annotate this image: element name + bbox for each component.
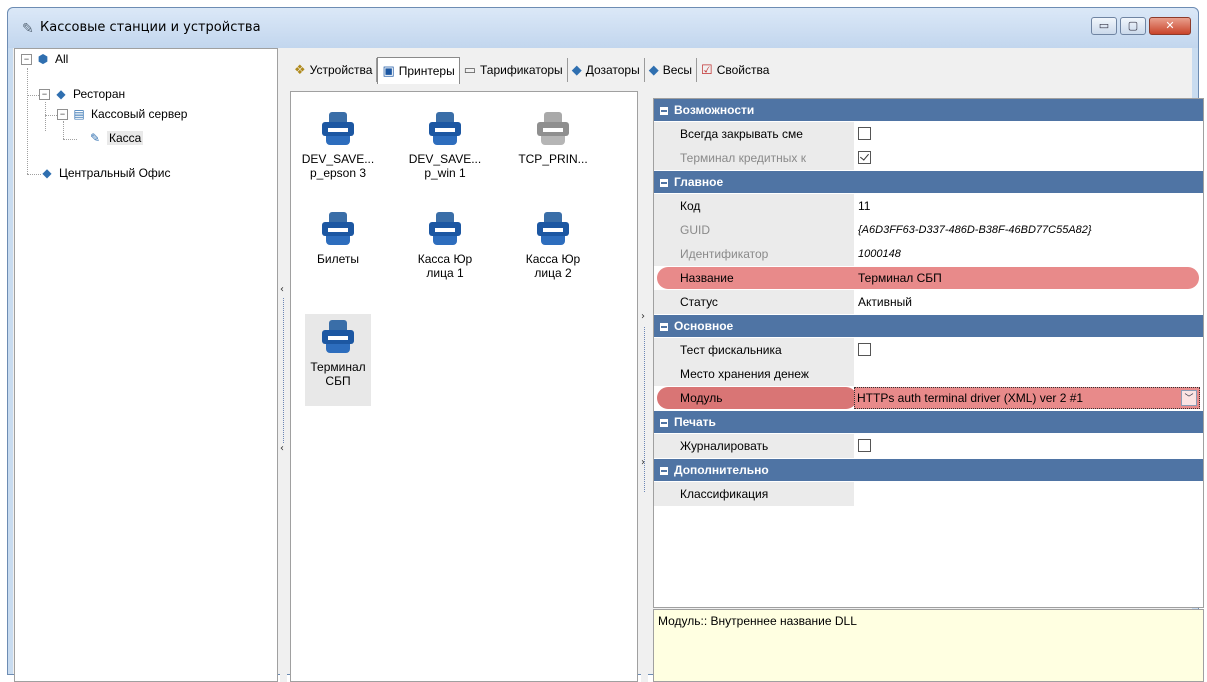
printer-item[interactable]: TCP_PRIN... [514, 106, 592, 166]
printer-icon [320, 212, 356, 248]
tab-devices[interactable]: ❖ Устройства [290, 58, 378, 82]
chevron-down-icon[interactable]: ﹀ [1181, 390, 1197, 406]
property-row[interactable]: Всегда закрывать сме [654, 122, 1203, 146]
printers-list[interactable]: DEV_SAVE... p_epson 3 DEV_SAVE... p_win 1 … [290, 91, 638, 682]
tree-node-restaurant[interactable]: − ◆ Ресторан [39, 86, 125, 103]
collapse-icon[interactable]: − [57, 109, 68, 121]
category-header[interactable]: Основное [654, 315, 1203, 337]
help-panel: Модуль:: Внутреннее название DLL [653, 609, 1204, 682]
printer-icon: ▣ [382, 63, 395, 78]
tab-scales[interactable]: ◆ Весы [644, 58, 698, 82]
window-title: Кассовые станции и устройства [40, 20, 261, 35]
property-row[interactable]: Код 11 [654, 194, 1203, 218]
classification-value[interactable] [854, 482, 1203, 506]
printer-item[interactable]: Касса Юр лица 2 [514, 206, 592, 280]
property-row[interactable]: Терминал кредитных к [654, 146, 1203, 170]
guid-value: {A6D3FF63-D337-486D-B38F-46BD77C55A82} [858, 224, 1092, 236]
collapse-icon[interactable] [660, 178, 668, 187]
tree-node-server[interactable]: − ▤ Кассовый сервер [57, 106, 187, 123]
card-icon: ▭ [463, 62, 476, 77]
window-controls: ▭ ▢ ✕ [1088, 17, 1191, 35]
property-row-module[interactable]: Модуль HTTPs auth terminal driver (XML) … [654, 386, 1203, 410]
property-grid[interactable]: Возможности Всегда закрывать сме Термина… [653, 98, 1204, 608]
client-area: − ⬢ All − ◆ Ресторан − ▤ Кассовый сервер ✎ Касс… [13, 48, 1204, 682]
tab-dispensers[interactable]: ◆ Дозаторы [567, 58, 645, 82]
printer-item[interactable]: DEV_SAVE... p_epson 3 [299, 106, 377, 180]
ident-value: 1000148 [858, 248, 901, 260]
property-row[interactable]: Место хранения денеж [654, 362, 1203, 386]
property-row[interactable]: Тест фискальника [654, 338, 1203, 362]
collapse-icon[interactable]: − [39, 89, 50, 101]
category-header[interactable]: Дополнительно [654, 459, 1203, 481]
cash-register-icon: ✎ [89, 131, 101, 145]
credit-terminal-checkbox[interactable] [858, 151, 871, 165]
printer-item[interactable]: Билеты [299, 206, 377, 266]
right-splitter[interactable]: › › [641, 91, 648, 682]
network-icon: ⬢ [37, 52, 49, 66]
properties-icon: ☑ [701, 62, 713, 77]
tree-node-office[interactable]: ◆ Центральный Офис [39, 165, 170, 182]
property-row[interactable]: Классификация [654, 482, 1203, 506]
money-place-value[interactable] [854, 362, 1203, 386]
collapse-left-icon[interactable]: ‹ [280, 284, 284, 295]
main-window: ✎ Кассовые станции и устройства ▭ ▢ ✕ − ⬢… [7, 7, 1204, 682]
printer-icon [320, 112, 356, 148]
tab-tariffs[interactable]: ▭ Тарификаторы [459, 58, 568, 82]
test-fiscal-checkbox[interactable] [858, 343, 871, 357]
printer-disabled-icon [535, 112, 571, 148]
expand-right-icon[interactable]: › [641, 311, 645, 322]
property-row[interactable]: GUID {A6D3FF63-D337-486D-B38F-46BD77C55A… [654, 218, 1203, 242]
code-value[interactable]: 11 [854, 194, 1203, 218]
printer-icon [535, 212, 571, 248]
tree-node-kassa[interactable]: ✎ Касса [87, 130, 144, 147]
office-icon: ◆ [42, 166, 52, 180]
devices-icon: ❖ [294, 62, 306, 77]
always-close-checkbox[interactable] [858, 127, 871, 141]
minimize-button[interactable]: ▭ [1091, 17, 1117, 35]
left-splitter[interactable]: ‹ ‹ [280, 48, 287, 682]
property-row[interactable]: Идентификатор 1000148 [654, 242, 1203, 266]
category-header[interactable]: Главное [654, 171, 1203, 193]
name-value[interactable]: Терминал СБП [854, 266, 1203, 290]
close-button[interactable]: ✕ [1149, 17, 1191, 35]
printer-item[interactable]: DEV_SAVE... p_win 1 [406, 106, 484, 180]
collapse-left-icon[interactable]: ‹ [280, 443, 284, 454]
printer-icon [427, 112, 463, 148]
printer-icon [427, 212, 463, 248]
maximize-button[interactable]: ▢ [1120, 17, 1146, 35]
cash-register-icon: ✎ [22, 21, 34, 37]
printer-item-selected[interactable]: Терминал СБП [305, 314, 371, 406]
property-row[interactable]: Статус Активный [654, 290, 1203, 314]
scales-icon: ◆ [648, 62, 659, 77]
property-row[interactable]: Журналировать [654, 434, 1203, 458]
category-header[interactable]: Возможности [654, 99, 1203, 121]
printer-item[interactable]: Касса Юр лица 1 [406, 206, 484, 280]
property-row-name[interactable]: Название Терминал СБП [654, 266, 1203, 290]
category-header[interactable]: Печать [654, 411, 1203, 433]
journal-checkbox[interactable] [858, 439, 871, 453]
collapse-icon[interactable] [660, 106, 668, 115]
expand-right-icon[interactable]: › [641, 457, 645, 468]
server-icon: ▤ [73, 107, 85, 121]
printer-icon [320, 320, 356, 356]
dispenser-icon: ◆ [571, 62, 582, 77]
title-bar: ✎ Кассовые станции и устройства ▭ ▢ ✕ [8, 8, 1198, 48]
tab-properties[interactable]: ☑ Свойства [697, 58, 774, 82]
tab-printers[interactable]: ▣ Принтеры [377, 57, 460, 84]
tree-node-all[interactable]: − ⬢ All [21, 51, 68, 68]
collapse-icon[interactable] [660, 418, 668, 427]
restaurant-icon: ◆ [56, 87, 66, 101]
collapse-icon[interactable]: − [21, 54, 32, 66]
module-dropdown[interactable]: HTTPs auth terminal driver (XML) ver 2 #… [854, 387, 1200, 409]
device-tabs: ❖ Устройства ▣ Принтеры ▭ Тарификаторы ◆ Доз… [290, 57, 774, 84]
collapse-icon[interactable] [660, 466, 668, 475]
status-value[interactable]: Активный [854, 290, 1203, 314]
station-tree[interactable]: − ⬢ All − ◆ Ресторан − ▤ Кассовый сервер ✎ Касс… [14, 48, 278, 682]
collapse-icon[interactable] [660, 322, 668, 331]
